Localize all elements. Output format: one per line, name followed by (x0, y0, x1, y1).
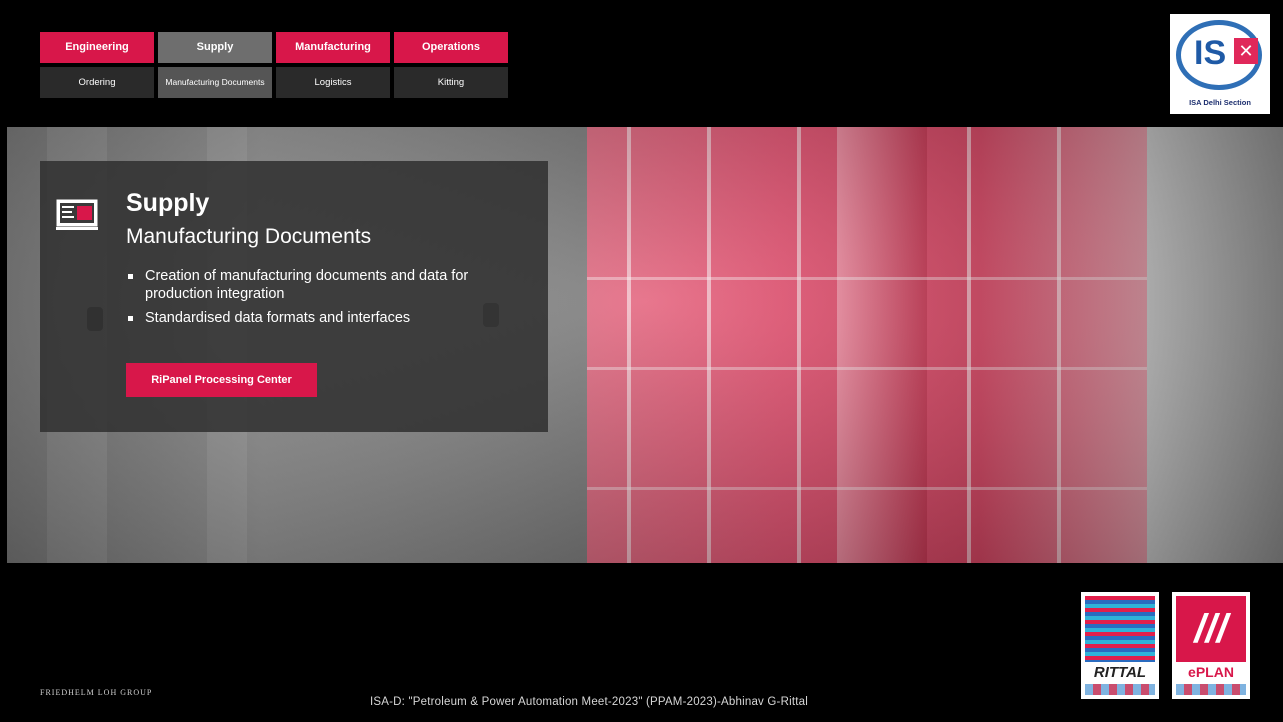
rittal-art (1085, 596, 1155, 662)
card-title: Supply (126, 189, 210, 217)
nav-kitting[interactable]: Kitting (394, 67, 508, 98)
content-card: Supply Manufacturing Documents Creation … (40, 161, 548, 432)
bullet-item: Creation of manufacturing documents and … (126, 267, 506, 303)
rittal-logo: RITTAL (1081, 592, 1159, 699)
eplan-text: ePLAN (1188, 664, 1234, 680)
nav-logistics[interactable]: Logistics (276, 67, 390, 98)
group-name: FRIEDHELM LOH GROUP (40, 688, 153, 697)
bullet-list: Creation of manufacturing documents and … (126, 267, 506, 333)
event-line: ISA-D: "Petroleum & Power Automation Mee… (370, 696, 808, 708)
isa-letters: IS (1194, 34, 1227, 72)
monitor-document-icon (56, 199, 98, 230)
card-subtitle: Manufacturing Documents (126, 225, 372, 248)
nav-manufacturing-documents[interactable]: Manufacturing Documents (158, 67, 272, 98)
rittal-text: RITTAL (1093, 664, 1147, 681)
ripanel-processing-center-button[interactable]: RiPanel Processing Center (126, 363, 317, 397)
nav-manufacturing[interactable]: Manufacturing (276, 32, 390, 63)
nav-operations[interactable]: Operations (394, 32, 508, 63)
eplan-mark: /// (1176, 596, 1246, 662)
isa-logo: IS ✕ ISA Delhi Section (1170, 14, 1270, 114)
bullet-item: Standardised data formats and interfaces (126, 309, 506, 327)
process-nav: Engineering Supply Manufacturing Operati… (40, 32, 508, 98)
nav-engineering[interactable]: Engineering (40, 32, 154, 63)
nav-ordering[interactable]: Ordering (40, 67, 154, 98)
isa-caption: ISA Delhi Section (1189, 98, 1251, 107)
isa-x-mark: ✕ (1234, 38, 1258, 64)
nav-supply[interactable]: Supply (158, 32, 272, 63)
eplan-logo: /// ePLAN (1172, 592, 1250, 699)
